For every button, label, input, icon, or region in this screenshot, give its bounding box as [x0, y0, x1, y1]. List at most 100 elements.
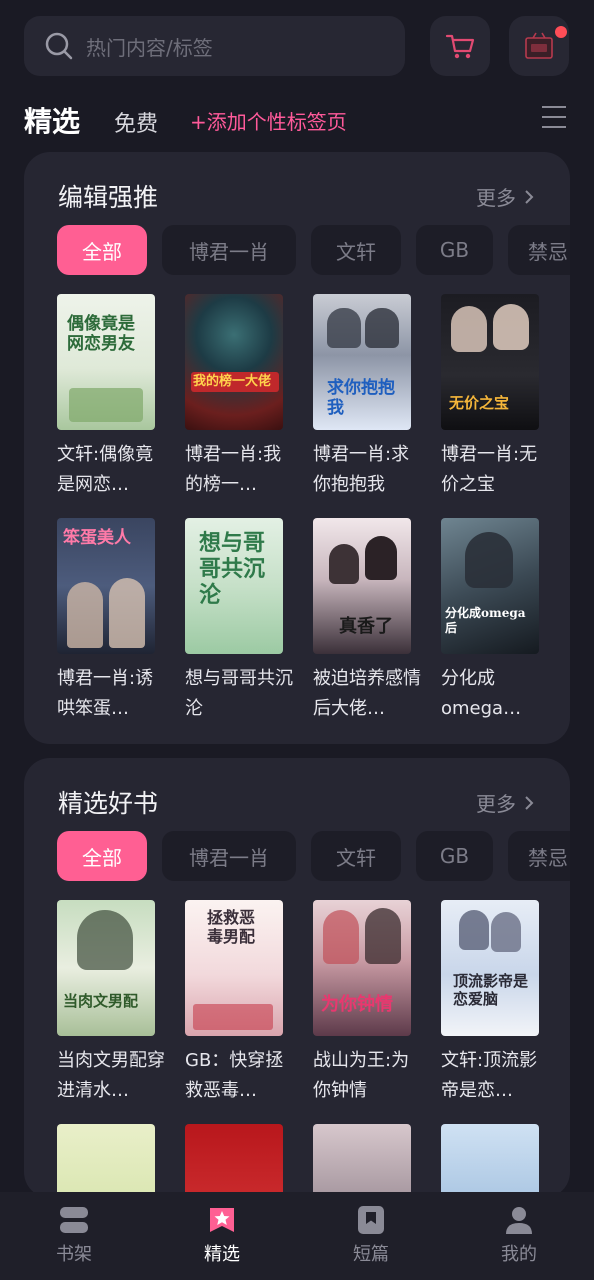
book-title: 博君一肖:我的榜一…: [185, 444, 282, 495]
book-cover: 分化成omega后: [441, 518, 539, 654]
chip-filter[interactable]: GB: [416, 225, 493, 275]
cover-title: 无价之宝: [449, 394, 510, 412]
add-tag-page-link[interactable]: +添加个性标签页: [190, 106, 347, 135]
bookmark-icon: [358, 1206, 384, 1234]
category-tabs: 精选 免费 +添加个性标签页: [0, 96, 594, 142]
book-cover: 笨蛋美人: [57, 518, 155, 654]
filter-chips: 全部 博君一肖 文轩 GB 禁忌: [57, 225, 570, 275]
book-card[interactable]: 我的榜一大佬 博君一肖:我的榜一…: [185, 294, 283, 500]
cart-icon: [445, 34, 475, 59]
book-cover: 想与哥哥共沉沦: [185, 518, 283, 654]
cover-title: 偶像竟是网恋男友: [67, 314, 135, 354]
section-title: 编辑强推: [58, 183, 159, 212]
chip-filter[interactable]: 禁忌: [508, 225, 570, 275]
gift-button[interactable]: [509, 16, 569, 76]
book-card[interactable]: 顶流影帝是恋爱脑 文轩:顶流影帝是恋…: [441, 900, 539, 1106]
nav-selected[interactable]: 精选: [177, 1204, 267, 1266]
top-bar: 热门内容/标签: [0, 0, 594, 90]
book-card[interactable]: 笨蛋美人 博君一肖:诱哄笨蛋…: [57, 518, 155, 724]
book-title: 博君一肖:求你抱抱我: [313, 444, 410, 495]
section-title: 精选好书: [58, 789, 159, 818]
nav-short-stories[interactable]: 短篇: [326, 1204, 416, 1266]
cover-title: 想与哥哥共沉沦: [199, 530, 266, 608]
cover-title: 我的榜一大佬: [191, 372, 279, 392]
cover-title: 为你钟情: [321, 994, 393, 1015]
section-featured-books: 精选好书 更多 全部 博君一肖 文轩 GB 禁忌 当肉文男配 当肉文男配穿进清水…: [24, 758, 570, 1198]
nav-label: 书架: [56, 1244, 92, 1265]
cart-button[interactable]: [430, 16, 490, 76]
book-card[interactable]: [185, 1124, 283, 1198]
book-title: 当肉文男配穿进清水…: [57, 1050, 165, 1101]
book-cover: 真香了: [313, 518, 411, 654]
cover-title: 顶流影帝是恋爱脑: [453, 972, 529, 1008]
book-card[interactable]: 真香了 被迫培养感情后大佬…: [313, 518, 421, 724]
book-title: 想与哥哥共沉沦: [185, 668, 293, 719]
book-card[interactable]: 无价之宝 博君一肖:无价之宝: [441, 294, 539, 500]
nav-mine[interactable]: 我的: [474, 1204, 564, 1266]
menu-icon[interactable]: [540, 104, 568, 130]
chip-all[interactable]: 全部: [57, 831, 147, 881]
search-bar[interactable]: 热门内容/标签: [24, 16, 405, 76]
book-title: 博君一肖:无价之宝: [441, 444, 538, 495]
filter-chips: 全部 博君一肖 文轩 GB 禁忌: [57, 831, 570, 881]
cover-title: 求你抱抱我: [327, 378, 395, 418]
cover-title: 笨蛋美人: [63, 528, 131, 548]
book-title: 文轩:偶像竟是网恋…: [57, 444, 154, 495]
book-title: GB：快穿拯救恶毒…: [185, 1050, 284, 1101]
book-card[interactable]: [441, 1124, 539, 1198]
book-cover: 为你钟情: [313, 900, 411, 1036]
book-cover: 求你抱抱我: [313, 294, 411, 430]
tab-selected[interactable]: 精选: [24, 100, 80, 140]
book-cover: 当肉文男配: [57, 900, 155, 1036]
book-card[interactable]: 想与哥哥共沉沦 想与哥哥共沉沦: [185, 518, 293, 724]
chip-filter[interactable]: 文轩: [311, 831, 401, 881]
more-label: 更多: [476, 186, 516, 210]
cover-title: 拯救恶毒男配: [207, 908, 256, 946]
book-cover: [441, 1124, 539, 1198]
nav-label: 我的: [501, 1244, 537, 1265]
book-card[interactable]: 分化成omega后 分化成omega…: [441, 518, 539, 724]
chip-filter[interactable]: 文轩: [311, 225, 401, 275]
book-card[interactable]: 当肉文男配 当肉文男配穿进清水…: [57, 900, 165, 1106]
book-title: 战山为王:为你钟情: [313, 1050, 410, 1101]
book-card[interactable]: 求你抱抱我 博君一肖:求你抱抱我: [313, 294, 411, 500]
more-link[interactable]: 更多: [476, 788, 534, 817]
gift-box-icon: [525, 32, 553, 59]
book-cover: 无价之宝: [441, 294, 539, 430]
chip-all[interactable]: 全部: [57, 225, 147, 275]
book-cover: 我的榜一大佬: [185, 294, 283, 430]
book-title: 文轩:顶流影帝是恋…: [441, 1050, 538, 1101]
cover-title: 分化成omega后: [445, 606, 526, 635]
book-card[interactable]: 为你钟情 战山为王:为你钟情: [313, 900, 411, 1106]
search-icon: [45, 32, 73, 60]
chip-filter[interactable]: 博君一肖: [162, 831, 296, 881]
book-cover: 偶像竟是网恋男友: [57, 294, 155, 430]
nav-bookshelf[interactable]: 书架: [29, 1204, 119, 1266]
cover-title: 真香了: [339, 616, 393, 637]
search-placeholder: 热门内容/标签: [86, 35, 213, 60]
book-card[interactable]: [57, 1124, 155, 1198]
book-title: 被迫培养感情后大佬…: [313, 668, 421, 719]
book-title: 分化成omega…: [441, 668, 522, 719]
nav-label: 精选: [204, 1244, 240, 1265]
notification-dot: [555, 26, 567, 38]
more-link[interactable]: 更多: [476, 182, 534, 211]
chip-filter[interactable]: 博君一肖: [162, 225, 296, 275]
book-card[interactable]: [313, 1124, 411, 1198]
chip-filter[interactable]: 禁忌: [508, 831, 570, 881]
chevron-right-icon: [525, 795, 534, 810]
bookshelf-icon: [60, 1207, 88, 1233]
nav-label: 短篇: [353, 1244, 389, 1265]
cover-title: 当肉文男配: [63, 992, 139, 1010]
user-icon: [506, 1207, 532, 1234]
section-editor-picks: 编辑强推 更多 全部 博君一肖 文轩 GB 禁忌 偶像竟是网恋男友 文轩:偶像竟…: [24, 152, 570, 744]
chip-filter[interactable]: GB: [416, 831, 493, 881]
book-card[interactable]: 偶像竟是网恋男友 文轩:偶像竟是网恋…: [57, 294, 155, 500]
book-card[interactable]: 拯救恶毒男配 GB：快穿拯救恶毒…: [185, 900, 283, 1106]
tab-free[interactable]: 免费: [114, 106, 158, 138]
book-cover: 拯救恶毒男配: [185, 900, 283, 1036]
book-cover: 顶流影帝是恋爱脑: [441, 900, 539, 1036]
book-cover: [313, 1124, 411, 1198]
bottom-navigation: 书架 精选 短篇 我的: [0, 1192, 594, 1280]
book-cover: [185, 1124, 283, 1198]
